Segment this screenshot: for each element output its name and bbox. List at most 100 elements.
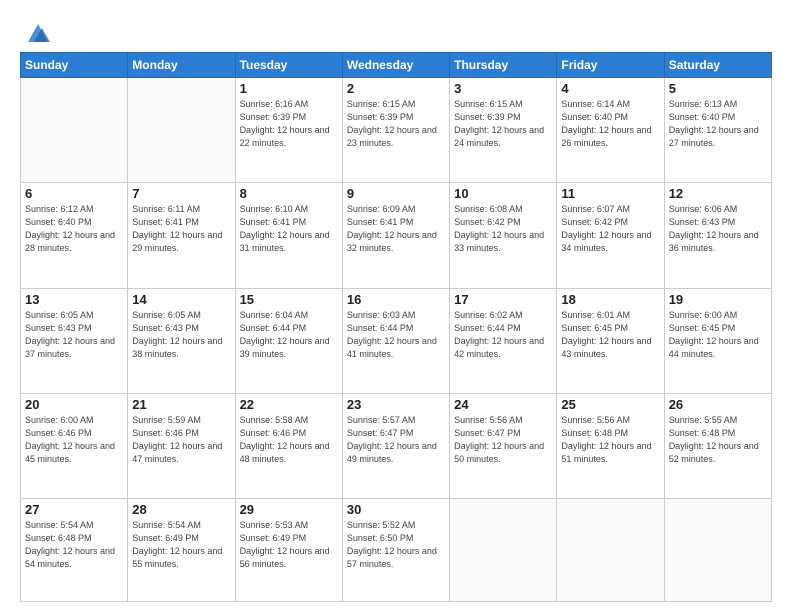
- day-cell: 24Sunrise: 5:56 AM Sunset: 6:47 PM Dayli…: [450, 393, 557, 498]
- day-number: 4: [561, 81, 659, 96]
- week-row-2: 6 Sunrise: 6:12 AM Sunset: 6:40 PM Daylig…: [21, 183, 772, 288]
- weekday-sunday: Sunday: [21, 53, 128, 78]
- header: [20, 18, 772, 42]
- day-info: Sunrise: 6:01 AM Sunset: 6:45 PM Dayligh…: [561, 309, 659, 361]
- day-cell: 3Sunrise: 6:15 AM Sunset: 6:39 PM Daylig…: [450, 78, 557, 183]
- day-cell: [664, 499, 771, 602]
- weekday-monday: Monday: [128, 53, 235, 78]
- day-cell: 20 Sunrise: 6:00 AM Sunset: 6:46 PM Dayli…: [21, 393, 128, 498]
- day-number: 21: [132, 397, 230, 412]
- weekday-saturday: Saturday: [664, 53, 771, 78]
- day-cell: 16 Sunrise: 6:03 AM Sunset: 6:44 PM Dayli…: [342, 288, 449, 393]
- day-cell: 8Sunrise: 6:10 AM Sunset: 6:41 PM Daylig…: [235, 183, 342, 288]
- day-info: Sunrise: 5:58 AM Sunset: 6:46 PM Dayligh…: [240, 414, 338, 466]
- day-number: 29: [240, 502, 338, 517]
- day-cell: 23 Sunrise: 5:57 AM Sunset: 6:47 PM Dayli…: [342, 393, 449, 498]
- day-cell: 19 Sunrise: 6:00 AM Sunset: 6:45 PM Dayli…: [664, 288, 771, 393]
- day-number: 13: [25, 292, 123, 307]
- day-number: 25: [561, 397, 659, 412]
- day-number: 10: [454, 186, 552, 201]
- day-cell: 21 Sunrise: 5:59 AM Sunset: 6:46 PM Dayli…: [128, 393, 235, 498]
- day-cell: 18 Sunrise: 6:01 AM Sunset: 6:45 PM Dayli…: [557, 288, 664, 393]
- day-info: Sunrise: 5:54 AM Sunset: 6:48 PM Dayligh…: [25, 519, 123, 571]
- day-cell: 14 Sunrise: 6:05 AM Sunset: 6:43 PM Dayli…: [128, 288, 235, 393]
- day-cell: 6 Sunrise: 6:12 AM Sunset: 6:40 PM Daylig…: [21, 183, 128, 288]
- day-info: Sunrise: 6:13 AM Sunset: 6:40 PM Dayligh…: [669, 98, 767, 150]
- day-number: 6: [25, 186, 123, 201]
- day-cell: 26Sunrise: 5:55 AM Sunset: 6:48 PM Dayli…: [664, 393, 771, 498]
- day-info: Sunrise: 6:15 AM Sunset: 6:39 PM Dayligh…: [347, 98, 445, 150]
- day-number: 16: [347, 292, 445, 307]
- day-number: 26: [669, 397, 767, 412]
- week-row-4: 20 Sunrise: 6:00 AM Sunset: 6:46 PM Dayli…: [21, 393, 772, 498]
- day-number: 1: [240, 81, 338, 96]
- day-cell: 17 Sunrise: 6:02 AM Sunset: 6:44 PM Dayli…: [450, 288, 557, 393]
- day-cell: 4Sunrise: 6:14 AM Sunset: 6:40 PM Daylig…: [557, 78, 664, 183]
- day-cell: [450, 499, 557, 602]
- day-cell: [128, 78, 235, 183]
- day-number: 5: [669, 81, 767, 96]
- day-cell: 15 Sunrise: 6:04 AM Sunset: 6:44 PM Dayli…: [235, 288, 342, 393]
- logo: [20, 18, 52, 42]
- day-info: Sunrise: 6:16 AM Sunset: 6:39 PM Dayligh…: [240, 98, 338, 150]
- day-cell: 7 Sunrise: 6:11 AM Sunset: 6:41 PM Daylig…: [128, 183, 235, 288]
- day-number: 18: [561, 292, 659, 307]
- day-number: 23: [347, 397, 445, 412]
- day-number: 30: [347, 502, 445, 517]
- day-number: 7: [132, 186, 230, 201]
- day-number: 24: [454, 397, 552, 412]
- day-number: 15: [240, 292, 338, 307]
- day-number: 2: [347, 81, 445, 96]
- day-cell: [557, 499, 664, 602]
- day-cell: 29 Sunrise: 5:53 AM Sunset: 6:49 PM Dayli…: [235, 499, 342, 602]
- day-cell: 5 Sunrise: 6:13 AM Sunset: 6:40 PM Daylig…: [664, 78, 771, 183]
- day-cell: 1 Sunrise: 6:16 AM Sunset: 6:39 PM Daylig…: [235, 78, 342, 183]
- day-cell: 12 Sunrise: 6:06 AM Sunset: 6:43 PM Dayli…: [664, 183, 771, 288]
- week-row-3: 13 Sunrise: 6:05 AM Sunset: 6:43 PM Dayli…: [21, 288, 772, 393]
- day-number: 12: [669, 186, 767, 201]
- day-cell: 2 Sunrise: 6:15 AM Sunset: 6:39 PM Daylig…: [342, 78, 449, 183]
- day-info: Sunrise: 5:53 AM Sunset: 6:49 PM Dayligh…: [240, 519, 338, 571]
- day-number: 20: [25, 397, 123, 412]
- day-info: Sunrise: 6:04 AM Sunset: 6:44 PM Dayligh…: [240, 309, 338, 361]
- day-info: Sunrise: 6:05 AM Sunset: 6:43 PM Dayligh…: [132, 309, 230, 361]
- day-number: 11: [561, 186, 659, 201]
- day-number: 14: [132, 292, 230, 307]
- day-info: Sunrise: 6:02 AM Sunset: 6:44 PM Dayligh…: [454, 309, 552, 361]
- page: SundayMondayTuesdayWednesdayThursdayFrid…: [0, 0, 792, 612]
- day-info: Sunrise: 6:06 AM Sunset: 6:43 PM Dayligh…: [669, 203, 767, 255]
- day-info: Sunrise: 6:00 AM Sunset: 6:46 PM Dayligh…: [25, 414, 123, 466]
- day-info: Sunrise: 6:11 AM Sunset: 6:41 PM Dayligh…: [132, 203, 230, 255]
- day-info: Sunrise: 6:03 AM Sunset: 6:44 PM Dayligh…: [347, 309, 445, 361]
- day-cell: 10Sunrise: 6:08 AM Sunset: 6:42 PM Dayli…: [450, 183, 557, 288]
- day-info: Sunrise: 5:57 AM Sunset: 6:47 PM Dayligh…: [347, 414, 445, 466]
- day-info: Sunrise: 6:07 AM Sunset: 6:42 PM Dayligh…: [561, 203, 659, 255]
- day-number: 9: [347, 186, 445, 201]
- day-number: 28: [132, 502, 230, 517]
- day-info: Sunrise: 6:09 AM Sunset: 6:41 PM Dayligh…: [347, 203, 445, 255]
- day-cell: 27 Sunrise: 5:54 AM Sunset: 6:48 PM Dayli…: [21, 499, 128, 602]
- day-number: 19: [669, 292, 767, 307]
- week-row-1: 1 Sunrise: 6:16 AM Sunset: 6:39 PM Daylig…: [21, 78, 772, 183]
- weekday-thursday: Thursday: [450, 53, 557, 78]
- day-info: Sunrise: 6:12 AM Sunset: 6:40 PM Dayligh…: [25, 203, 123, 255]
- day-number: 22: [240, 397, 338, 412]
- day-cell: 9 Sunrise: 6:09 AM Sunset: 6:41 PM Daylig…: [342, 183, 449, 288]
- weekday-friday: Friday: [557, 53, 664, 78]
- day-info: Sunrise: 5:59 AM Sunset: 6:46 PM Dayligh…: [132, 414, 230, 466]
- weekday-tuesday: Tuesday: [235, 53, 342, 78]
- week-row-5: 27 Sunrise: 5:54 AM Sunset: 6:48 PM Dayli…: [21, 499, 772, 602]
- day-number: 27: [25, 502, 123, 517]
- day-cell: 22 Sunrise: 5:58 AM Sunset: 6:46 PM Dayli…: [235, 393, 342, 498]
- day-number: 3: [454, 81, 552, 96]
- day-number: 17: [454, 292, 552, 307]
- weekday-wednesday: Wednesday: [342, 53, 449, 78]
- day-cell: [21, 78, 128, 183]
- day-cell: 13Sunrise: 6:05 AM Sunset: 6:43 PM Dayli…: [21, 288, 128, 393]
- calendar-table: SundayMondayTuesdayWednesdayThursdayFrid…: [20, 52, 772, 602]
- day-info: Sunrise: 6:10 AM Sunset: 6:41 PM Dayligh…: [240, 203, 338, 255]
- day-info: Sunrise: 6:00 AM Sunset: 6:45 PM Dayligh…: [669, 309, 767, 361]
- day-cell: 30Sunrise: 5:52 AM Sunset: 6:50 PM Dayli…: [342, 499, 449, 602]
- day-info: Sunrise: 5:54 AM Sunset: 6:49 PM Dayligh…: [132, 519, 230, 571]
- logo-icon: [24, 18, 52, 46]
